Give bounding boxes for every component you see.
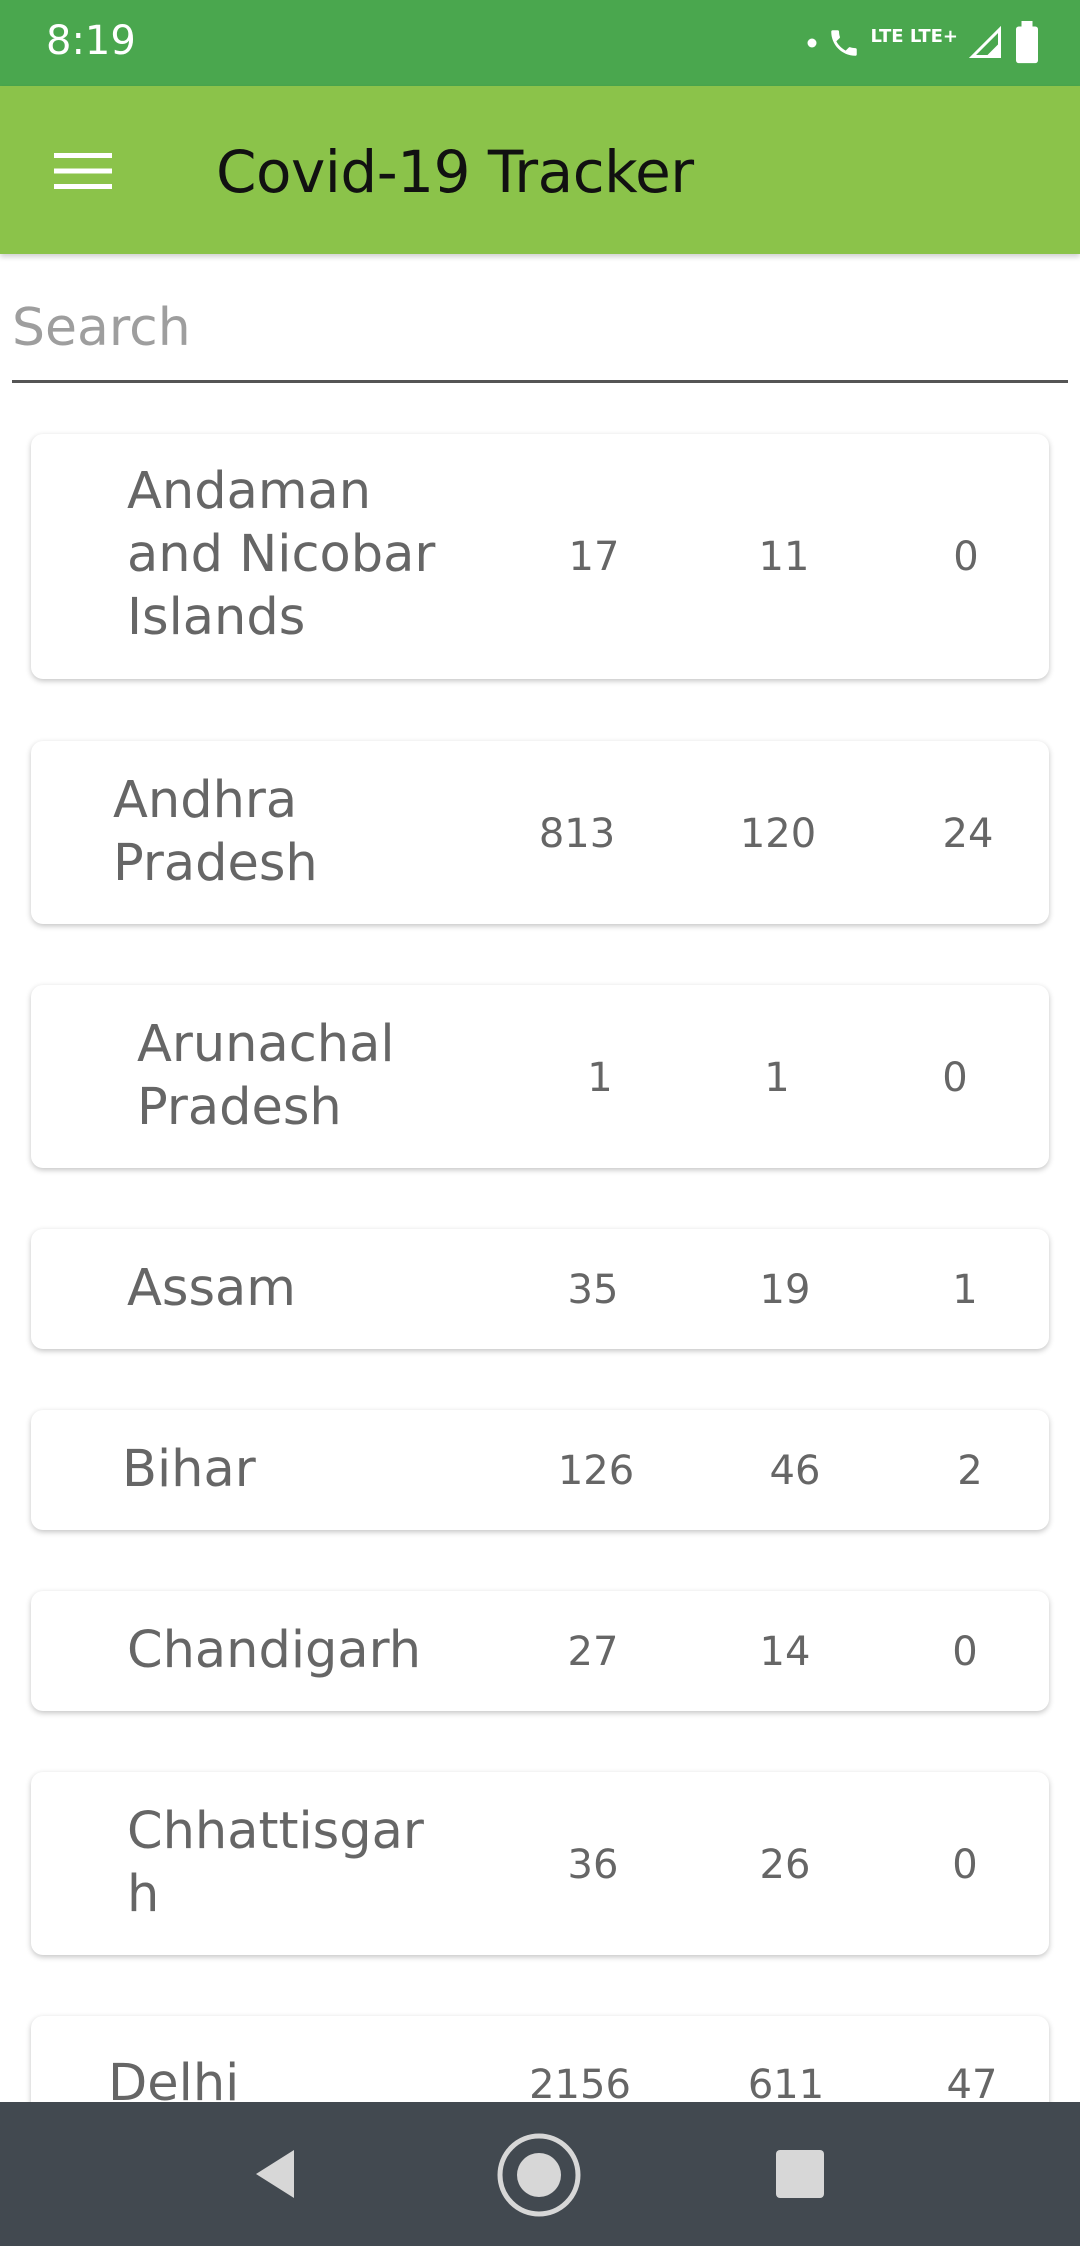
deaths-count: 2 bbox=[957, 1448, 983, 1494]
state-name: Andaman and Nicobar Islands bbox=[127, 462, 436, 647]
menu-button[interactable] bbox=[38, 126, 128, 216]
status-time: 8:19 bbox=[46, 18, 136, 64]
search-input[interactable] bbox=[12, 288, 1068, 368]
confirmed-count: 1 bbox=[587, 1055, 613, 1101]
page-title: Covid-19 Tracker bbox=[216, 138, 694, 206]
recovered-count: 14 bbox=[759, 1629, 811, 1675]
confirmed-count: 126 bbox=[557, 1448, 635, 1494]
state-name: Assam bbox=[127, 1259, 296, 1318]
app-bar: Covid-19 Tracker bbox=[0, 86, 1080, 254]
list-item[interactable]: Assam 35 19 1 bbox=[31, 1229, 1049, 1349]
deaths-count: 0 bbox=[942, 1055, 968, 1101]
list-item[interactable]: Chandigarh 27 14 0 bbox=[31, 1591, 1049, 1711]
home-button[interactable] bbox=[496, 2132, 582, 2218]
back-button[interactable] bbox=[236, 2134, 316, 2214]
deaths-count: 0 bbox=[952, 1842, 978, 1888]
recovered-count: 19 bbox=[759, 1267, 811, 1313]
battery-icon bbox=[1016, 21, 1038, 64]
deaths-count: 1 bbox=[952, 1267, 978, 1313]
confirmed-count: 35 bbox=[567, 1267, 619, 1313]
home-icon bbox=[497, 2133, 581, 2217]
network-label: LTE LTE+ bbox=[870, 25, 958, 47]
status-icons: LTE LTE+ bbox=[807, 20, 1040, 66]
list-item[interactable]: Bihar 126 46 2 bbox=[31, 1410, 1049, 1530]
confirmed-count: 17 bbox=[568, 534, 620, 580]
list-item[interactable]: Andaman and Nicobar Islands 17 11 0 bbox=[31, 434, 1049, 679]
list-item[interactable]: Andhra Pradesh 813 120 24 bbox=[31, 741, 1049, 924]
back-icon bbox=[256, 2150, 294, 2198]
confirmed-count: 813 bbox=[538, 811, 616, 857]
state-name: Bihar bbox=[122, 1440, 256, 1499]
recents-icon bbox=[776, 2150, 824, 2198]
status-bar: 8:19 LTE LTE+ bbox=[0, 0, 1080, 86]
recovered-count: 120 bbox=[739, 811, 817, 857]
call-icon bbox=[830, 30, 857, 56]
deaths-count: 24 bbox=[942, 811, 994, 857]
recovered-count: 46 bbox=[769, 1448, 821, 1494]
state-name: Chandigarh bbox=[127, 1621, 422, 1680]
search-container bbox=[12, 288, 1068, 383]
confirmed-count: 27 bbox=[567, 1629, 619, 1675]
deaths-count: 0 bbox=[953, 534, 979, 580]
notification-dot-icon bbox=[807, 38, 817, 48]
recovered-count: 26 bbox=[759, 1842, 811, 1888]
deaths-count: 0 bbox=[952, 1629, 978, 1675]
list-item[interactable]: Arunachal Pradesh 1 1 0 bbox=[31, 985, 1049, 1168]
state-name: Arunachal Pradesh bbox=[137, 1015, 395, 1137]
recents-button[interactable] bbox=[760, 2134, 840, 2214]
signal-icon bbox=[968, 25, 1001, 58]
state-name: Andhra Pradesh bbox=[113, 771, 318, 893]
hamburger-menu-icon bbox=[54, 153, 112, 189]
list-item[interactable]: Chhattisgar h 36 26 0 bbox=[31, 1772, 1049, 1955]
confirmed-count: 36 bbox=[567, 1842, 619, 1888]
recovered-count: 11 bbox=[758, 534, 810, 580]
navigation-bar bbox=[0, 2102, 1080, 2246]
state-name: Chhattisgar h bbox=[127, 1802, 424, 1924]
recovered-count: 1 bbox=[764, 1055, 790, 1101]
